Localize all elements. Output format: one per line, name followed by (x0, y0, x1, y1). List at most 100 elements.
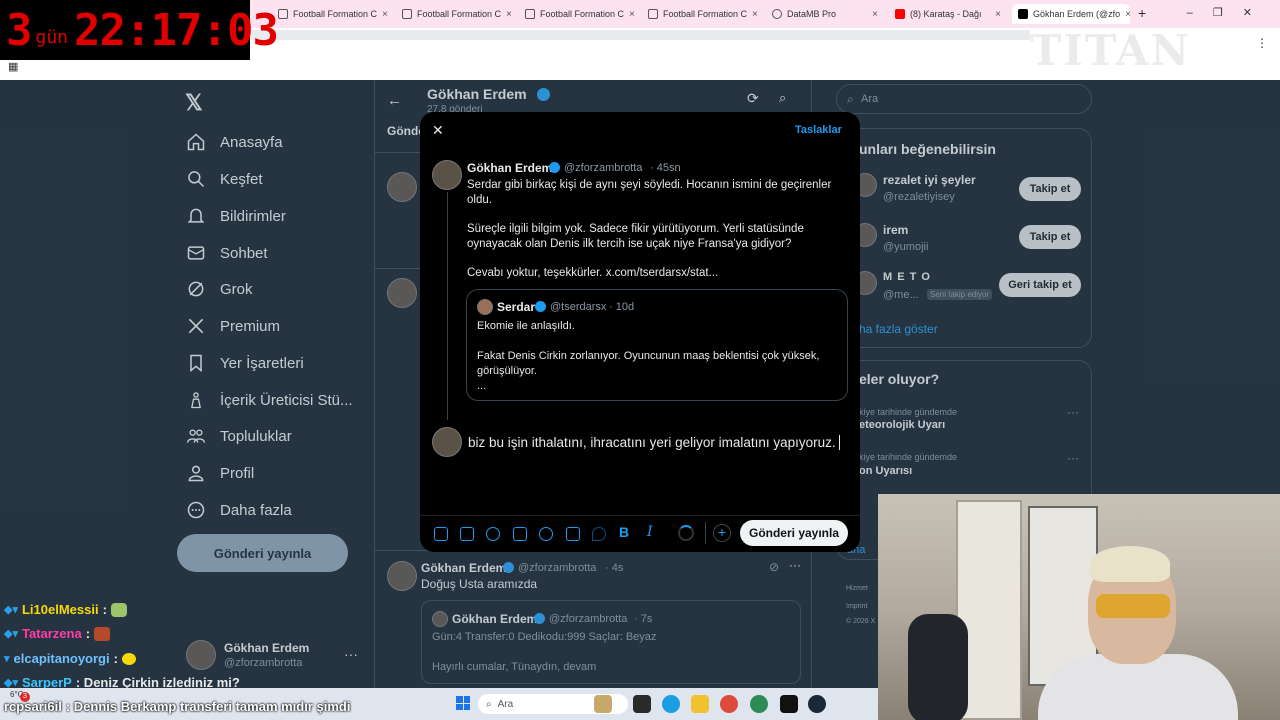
emote-icon (121, 652, 136, 665)
poll-icon[interactable] (513, 527, 527, 541)
chat-text: : (113, 651, 118, 666)
gif-icon[interactable] (460, 527, 474, 541)
tab-title: Football Formation C (417, 9, 502, 19)
browser-tab[interactable]: Football Formation C × (642, 4, 760, 24)
tab-close-icon[interactable]: × (506, 9, 512, 20)
chat-username: Tatarzena (21, 626, 82, 641)
page-icon (648, 9, 658, 19)
quoted-handle: @tserdarsx (550, 301, 607, 313)
chat-message: ◆▾ Li10elMessii : (4, 602, 127, 617)
page-icon (402, 9, 412, 19)
toolbar (250, 30, 1030, 40)
schedule-icon[interactable] (566, 527, 580, 541)
emote-icon (110, 602, 127, 617)
quoted-text: Fakat Denis Cirkin zorlanıyor. Oyuncunun… (477, 350, 820, 377)
maximize-icon[interactable]: ❐ (1213, 7, 1243, 19)
page-icon (278, 9, 288, 19)
new-tab-button[interactable]: + (1138, 5, 1146, 21)
grok-icon[interactable] (486, 527, 500, 541)
add-post-icon[interactable]: + (713, 524, 731, 542)
tab-title: Football Formation C (540, 9, 625, 19)
bird-widget-icon[interactable] (594, 695, 612, 713)
close-icon[interactable]: ✕ (432, 122, 444, 139)
taskbar-search-label: Ara (497, 698, 514, 710)
apps-icon[interactable]: ▦ (8, 60, 18, 73)
timer-clock: 22:17:03 (74, 4, 279, 56)
close-window-icon[interactable]: ✕ (1243, 7, 1272, 19)
reply-textarea[interactable]: biz bu işin ithalatını, ihracatını yeri … (468, 434, 840, 452)
divider (705, 522, 706, 544)
avatar (432, 427, 462, 457)
avatar (432, 160, 462, 190)
windows-start-icon[interactable] (456, 696, 470, 710)
chat-username: rcpsari6il (4, 699, 62, 714)
quoted-author: Serdar (497, 300, 536, 314)
folder-icon[interactable] (691, 695, 709, 713)
diamond-icon: ◆▾ (4, 628, 18, 640)
chat-message: ▾ elcapitanoyorgi : (4, 651, 136, 666)
countdown-timer: 3 gün 22:17:03 (0, 0, 279, 60)
steam-icon[interactable] (808, 695, 826, 713)
tweet-handle: @zforzambrotta (564, 162, 643, 174)
quoted-tweet[interactable]: Serdar @tserdarsx · 10d Ekomie ile anlaş… (466, 289, 848, 401)
tab-close-icon[interactable]: × (752, 9, 758, 20)
quoted-text: ... (477, 380, 487, 392)
tab-close-icon[interactable]: × (629, 9, 635, 20)
emote-icon (94, 626, 111, 641)
browser-tab-active[interactable]: Gökhan Erdem (@zfo × (1012, 4, 1130, 24)
chat-text: : (102, 602, 107, 617)
task-view-icon[interactable] (633, 695, 651, 713)
tweet-text: Serdar gibi birkaç kişi de aynı şeyi söy… (467, 179, 832, 206)
verified-icon (535, 301, 546, 312)
page-icon (772, 9, 782, 19)
tab-close-icon[interactable]: × (872, 9, 878, 20)
minimize-icon[interactable]: – (1187, 7, 1213, 19)
tweet-author: Gökhan Erdem (467, 161, 553, 175)
diamond-icon: ◆▾ (4, 604, 18, 616)
tab-title: (8) Karataş - Dağı (910, 9, 982, 19)
chat-text: : (85, 626, 91, 641)
drafts-button[interactable]: Taslaklar (795, 124, 842, 136)
browser-tab[interactable]: Football Formation C × (272, 4, 390, 24)
tab-title: DataMB Pro (787, 9, 837, 19)
webcam-chair (908, 614, 968, 720)
webcam-feed (878, 494, 1280, 720)
browser-tab[interactable]: Football Formation C × (396, 4, 514, 24)
browser-tab[interactable]: DataMB Pro × (766, 4, 884, 24)
reply-composer-modal: ✕ Taslaklar Gökhan Erdem @zforzambrotta … (420, 112, 860, 552)
diamond-icon: ▾ (4, 653, 10, 665)
window-controls[interactable]: –❐✕ (1187, 6, 1272, 19)
italic-icon[interactable]: I (647, 524, 653, 540)
edge-icon[interactable] (662, 695, 680, 713)
tweet-text: Cevabı yoktur, teşekkürler. x.com/tserda… (467, 267, 719, 279)
thread-line (447, 192, 448, 420)
titan-logo: TITAN (1030, 26, 1191, 75)
menu-icon[interactable]: ⋮ (1256, 36, 1268, 50)
chat-username: elcapitanoyorgi (13, 651, 110, 666)
quoted-text: Ekomie ile anlaşıldı. (477, 320, 575, 332)
post-reply-button[interactable]: Gönderi yayınla (740, 520, 848, 546)
timer-days: 3 (6, 4, 32, 56)
webcam-glasses (1096, 594, 1170, 618)
image-icon[interactable] (434, 527, 448, 541)
tab-close-icon[interactable]: × (995, 9, 1001, 20)
chrome-icon[interactable] (750, 695, 768, 713)
browser-tab[interactable]: Football Formation C × (519, 4, 637, 24)
youtube-icon (895, 9, 905, 19)
chat-username: Li10elMessii (21, 602, 99, 617)
search-icon: ⌕ (486, 698, 492, 710)
tab-close-icon[interactable]: × (382, 9, 388, 20)
chrome-icon[interactable] (720, 695, 738, 713)
quoted-time: · 10d (609, 301, 635, 313)
timer-day-label: gün (35, 26, 69, 48)
tweet-time: · 45sn (650, 162, 681, 174)
browser-tab[interactable]: (8) Karataş - Dağı × (889, 4, 1007, 24)
avatar (477, 299, 493, 315)
emoji-icon[interactable] (539, 527, 553, 541)
tab-title: Football Formation C (663, 9, 748, 19)
location-icon[interactable] (592, 527, 606, 541)
bold-icon[interactable]: B (619, 524, 629, 540)
page-icon (525, 9, 535, 19)
app-icon[interactable] (780, 695, 798, 713)
tab-close-icon[interactable]: × (1125, 9, 1130, 20)
